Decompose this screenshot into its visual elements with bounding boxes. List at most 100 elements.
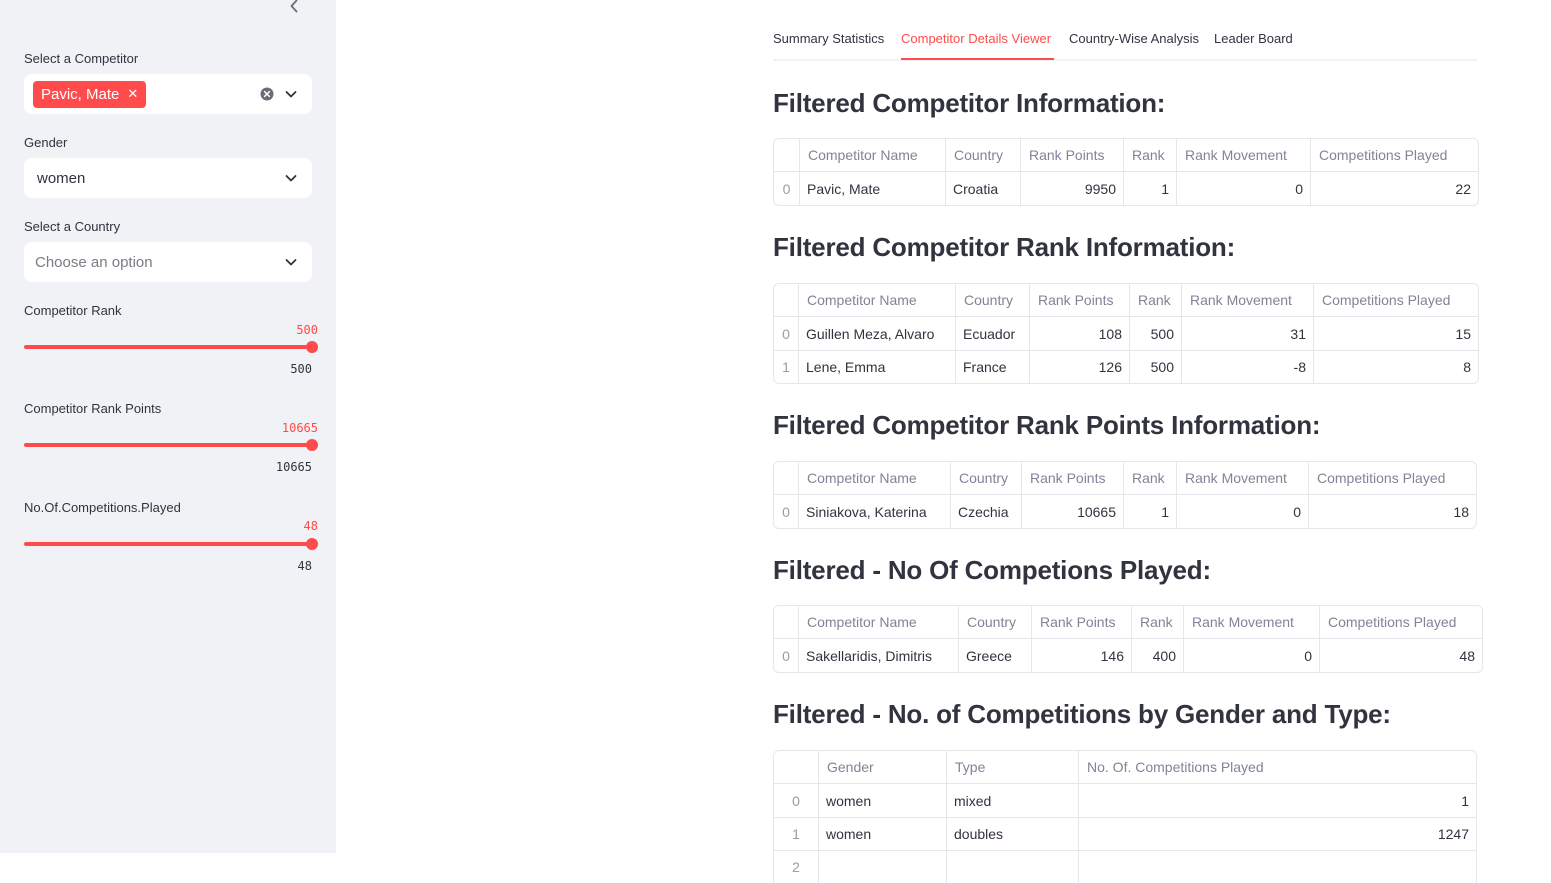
row-index: 1 — [774, 817, 818, 850]
column-header[interactable]: Rank — [1123, 139, 1176, 172]
column-header[interactable]: Country — [945, 139, 1020, 172]
cell-country[interactable]: France — [955, 350, 1029, 383]
cell-competitions-count[interactable]: 1247 — [1078, 817, 1476, 850]
row-index: 0 — [782, 325, 790, 342]
rank-slider-track[interactable] — [24, 345, 312, 349]
rank-points-slider-track[interactable] — [24, 443, 312, 447]
cell-competitor-name[interactable]: Lene, Emma — [798, 350, 955, 383]
column-header[interactable]: Rank Movement — [1176, 139, 1310, 172]
column-header[interactable]: Rank Movement — [1183, 606, 1319, 639]
cell-rank-points[interactable]: 126 — [1029, 350, 1129, 383]
cell-country[interactable]: Ecuador — [955, 317, 1029, 350]
table-header-row: Competitor Name Country Rank Points Rank… — [774, 606, 1482, 639]
cell-rank-movement[interactable]: 0 — [1176, 495, 1308, 528]
cell-rank-points[interactable]: 108 — [1029, 317, 1129, 350]
cell-rank-points[interactable]: 10665 — [1021, 495, 1123, 528]
cell-competitions-count[interactable]: 1 — [1078, 784, 1476, 817]
rank-info-table: Competitor Name Country Rank Points Rank… — [773, 283, 1479, 384]
rank-points-info-table: Competitor Name Country Rank Points Rank… — [773, 461, 1477, 529]
cell-rank-movement[interactable]: 0 — [1176, 172, 1310, 205]
column-header[interactable]: Rank Movement — [1176, 462, 1308, 495]
competitions-slider-track[interactable] — [24, 542, 312, 546]
table-header-row: Gender Type No. Of. Competitions Played — [774, 751, 1476, 784]
tab-leader-board[interactable]: Leader Board — [1214, 31, 1293, 46]
tab-country-wise-analysis[interactable]: Country-Wise Analysis — [1069, 31, 1199, 46]
rank-points-slider-label: Competitor Rank Points — [24, 401, 162, 416]
cell-rank[interactable]: 500 — [1129, 350, 1181, 383]
cell-type[interactable]: mixed — [946, 784, 1078, 817]
chevron-down-icon — [285, 259, 297, 266]
cell-gender[interactable] — [818, 850, 946, 883]
cell-rank[interactable]: 1 — [1123, 172, 1176, 205]
gender-type-table: Gender Type No. Of. Competitions Played … — [773, 750, 1477, 883]
index-header — [774, 751, 818, 784]
cell-rank[interactable]: 500 — [1129, 317, 1181, 350]
gender-selected-value: women — [37, 169, 86, 187]
column-header[interactable]: Rank Points — [1020, 139, 1123, 172]
cell-rank-movement[interactable]: 0 — [1183, 639, 1319, 672]
rank-points-info-heading: Filtered Competitor Rank Points Informat… — [773, 410, 1321, 440]
column-header[interactable]: Competitor Name — [798, 462, 950, 495]
cell-gender[interactable]: women — [818, 817, 946, 850]
column-header[interactable]: Competitions Played — [1313, 284, 1478, 317]
rank-info-heading: Filtered Competitor Rank Information: — [773, 232, 1236, 262]
cell-competitions-count[interactable] — [1078, 850, 1476, 883]
table-row: 1 women doubles 1247 — [774, 817, 1476, 850]
cell-competitions-played[interactable]: 48 — [1319, 639, 1482, 672]
remove-tag-icon[interactable]: ✕ — [127, 86, 138, 102]
country-select[interactable]: Choose an option — [24, 242, 312, 282]
cell-rank[interactable]: 400 — [1131, 639, 1183, 672]
cell-competitions-played[interactable]: 18 — [1308, 495, 1476, 528]
gender-select[interactable]: women — [24, 158, 312, 198]
column-header[interactable]: Rank Points — [1021, 462, 1123, 495]
cell-competitor-name[interactable]: Sakellaridis, Dimitris — [798, 639, 958, 672]
collapse-sidebar-button[interactable] — [284, 0, 304, 16]
index-header — [774, 606, 798, 639]
cell-competitor-name[interactable]: Guillen Meza, Alvaro — [798, 317, 955, 350]
cell-competitions-played[interactable]: 8 — [1313, 350, 1478, 383]
cell-rank-movement[interactable]: -8 — [1181, 350, 1313, 383]
cell-competitor-name[interactable]: Siniakova, Katerina — [798, 495, 950, 528]
column-header[interactable]: Competitor Name — [798, 284, 955, 317]
cell-rank-points[interactable]: 9950 — [1020, 172, 1123, 205]
column-header[interactable]: Competitions Played — [1310, 139, 1478, 172]
cell-competitions-played[interactable]: 22 — [1310, 172, 1478, 205]
competitions-slider-thumb[interactable] — [306, 538, 318, 550]
column-header[interactable]: Country — [950, 462, 1021, 495]
column-header[interactable]: Rank Points — [1029, 284, 1129, 317]
cell-gender[interactable]: women — [818, 784, 946, 817]
cell-type[interactable] — [946, 850, 1078, 883]
column-header[interactable]: Country — [958, 606, 1031, 639]
tab-summary-statistics[interactable]: Summary Statistics — [773, 31, 884, 46]
column-header[interactable]: Competitor Name — [799, 139, 945, 172]
column-header[interactable]: Competitions Played — [1319, 606, 1482, 639]
column-header[interactable]: Competitor Name — [798, 606, 958, 639]
cell-country[interactable]: Croatia — [945, 172, 1020, 205]
column-header[interactable]: Rank — [1131, 606, 1183, 639]
column-header[interactable]: Competitions Played — [1308, 462, 1476, 495]
cell-competitions-played[interactable]: 15 — [1313, 317, 1478, 350]
clear-all-icon[interactable] — [260, 87, 274, 101]
column-header[interactable]: Type — [946, 751, 1078, 784]
column-header[interactable]: Gender — [818, 751, 946, 784]
table-row: 0 women mixed 1 — [774, 784, 1476, 817]
tab-competitor-details-viewer[interactable]: Competitor Details Viewer — [901, 31, 1051, 46]
column-header[interactable]: Rank Points — [1031, 606, 1131, 639]
cell-competitor-name[interactable]: Pavic, Mate — [799, 172, 945, 205]
cell-rank[interactable]: 1 — [1123, 495, 1176, 528]
cell-rank-points[interactable]: 146 — [1031, 639, 1131, 672]
column-header[interactable]: Country — [955, 284, 1029, 317]
cell-country[interactable]: Greece — [958, 639, 1031, 672]
cell-type[interactable]: doubles — [946, 817, 1078, 850]
column-header[interactable]: Rank — [1123, 462, 1176, 495]
row-index: 0 — [782, 503, 790, 520]
competitor-multiselect[interactable]: Pavic, Mate ✕ — [24, 74, 312, 114]
rank-slider-thumb[interactable] — [306, 341, 318, 353]
cell-rank-movement[interactable]: 31 — [1181, 317, 1313, 350]
column-header[interactable]: No. Of. Competitions Played — [1078, 751, 1476, 784]
rank-points-slider-thumb[interactable] — [306, 439, 318, 451]
column-header[interactable]: Rank — [1129, 284, 1181, 317]
column-header[interactable]: Rank Movement — [1181, 284, 1313, 317]
chevron-down-icon — [285, 91, 297, 98]
cell-country[interactable]: Czechia — [950, 495, 1021, 528]
